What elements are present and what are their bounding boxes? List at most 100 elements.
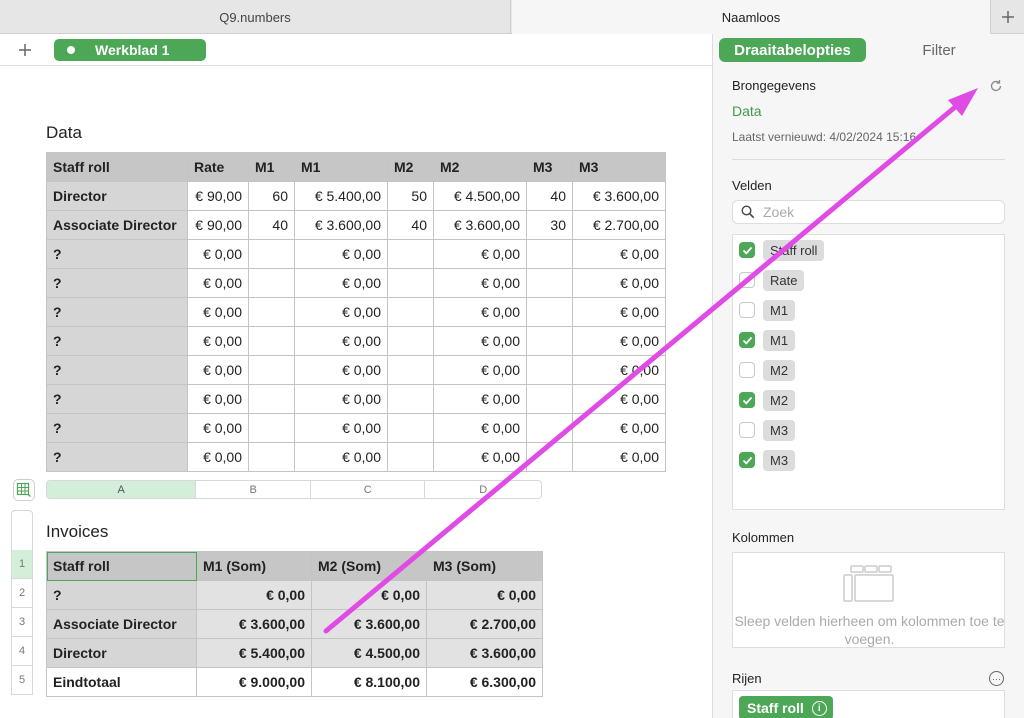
table-cell[interactable]: € 0,00 [572,413,666,443]
table-cell[interactable]: € 0,00 [187,326,249,356]
column-header-cell[interactable]: M2 [387,152,434,182]
field-chip[interactable]: M1 [763,299,796,321]
field-chip[interactable]: M2 [763,389,796,411]
table-cell[interactable] [248,326,295,356]
tab-filter[interactable]: Filter [866,38,1012,62]
pivot-column-header[interactable]: Staff roll [46,551,197,581]
pivot-row-label[interactable]: ? [46,580,197,610]
row-header-1[interactable]: 1 [11,550,33,579]
pivot-cell[interactable]: € 4.500,00 [311,638,427,668]
pivot-cell[interactable]: € 3.600,00 [311,609,427,639]
pivot-cell[interactable]: € 3.600,00 [196,609,312,639]
table-cell[interactable] [526,355,573,385]
table-cell[interactable] [387,239,434,269]
row-header-cell[interactable]: ? [46,268,188,298]
table-cell[interactable]: € 0,00 [572,239,666,269]
table-cell[interactable]: 40 [526,181,573,211]
table-cell[interactable]: € 2.700,00 [572,210,666,240]
table-cell[interactable]: 60 [248,181,295,211]
row-header-cell[interactable]: ? [46,239,188,269]
column-header-cell[interactable]: M3 [526,152,573,182]
table-cell[interactable]: € 0,00 [572,297,666,327]
table-cell[interactable]: € 0,00 [572,442,666,472]
table-cell[interactable] [248,355,295,385]
row-header-4[interactable]: 4 [11,637,33,666]
table-cell[interactable] [248,384,295,414]
field-chip[interactable]: Rate [763,269,805,291]
table-cell[interactable]: € 0,00 [433,268,527,298]
table-cell[interactable]: € 0,00 [187,442,249,472]
table-cell[interactable]: € 90,00 [187,210,249,240]
column-header-a[interactable]: A [47,481,197,498]
table-cell[interactable]: € 0,00 [433,239,527,269]
table-cell[interactable] [387,384,434,414]
table-cell[interactable]: € 0,00 [294,326,388,356]
field-chip[interactable]: M3 [763,419,796,441]
table-cell[interactable]: € 0,00 [294,268,388,298]
pivot-row-label[interactable]: Associate Director [46,609,197,639]
pivot-cell[interactable]: € 0,00 [311,580,427,610]
table-cell[interactable]: € 0,00 [187,239,249,269]
pivot-cell[interactable]: € 3.600,00 [426,638,543,668]
field-chip[interactable]: M1 [763,329,796,351]
field-checkbox[interactable] [739,422,755,438]
tab-naamloos[interactable]: Naamloos [512,0,990,34]
table-cell[interactable]: € 0,00 [572,384,666,414]
row-header-cell[interactable]: Associate Director [46,210,188,240]
field-chip[interactable]: Staff roll [763,239,825,261]
info-icon[interactable]: i [811,700,827,716]
table-cell[interactable] [387,413,434,443]
table-cell[interactable] [526,297,573,327]
source-data-link[interactable]: Data [732,103,762,119]
columns-drop-zone[interactable]: Sleep velden hierheen om kolommen toe te… [732,552,1005,648]
refresh-icon[interactable] [988,78,1004,94]
row-header-cell[interactable]: ? [46,326,188,356]
field-checkbox[interactable] [739,302,755,318]
pivot-cell[interactable]: € 0,00 [426,580,543,610]
rows-field-chip[interactable]: Staff roll i [739,696,833,718]
row-header-cell[interactable]: ? [46,442,188,472]
column-header-c[interactable]: C [311,481,426,498]
new-tab-button[interactable] [990,0,1024,34]
more-options-icon[interactable]: ··· [989,671,1004,686]
table-cell[interactable]: € 5.400,00 [294,181,388,211]
field-item[interactable]: M2 [739,389,796,411]
pivot-row-label[interactable]: Director [46,638,197,668]
column-header-b[interactable]: B [196,481,311,498]
field-item[interactable]: M3 [739,449,796,471]
table-cell[interactable] [248,297,295,327]
pivot-cell[interactable]: € 6.300,00 [426,667,543,697]
table-options-icon[interactable] [13,479,35,501]
table-cell[interactable] [526,268,573,298]
pivot-cell[interactable]: € 5.400,00 [196,638,312,668]
table-cell[interactable] [248,239,295,269]
field-checkbox[interactable] [739,362,755,378]
field-checkbox[interactable] [739,272,755,288]
column-header-cell[interactable]: M2 [433,152,527,182]
table-cell[interactable]: € 0,00 [572,268,666,298]
pivot-cell[interactable]: € 9.000,00 [196,667,312,697]
table-cell[interactable]: € 0,00 [294,297,388,327]
table-cell[interactable]: € 0,00 [572,326,666,356]
pivot-cell[interactable]: € 2.700,00 [426,609,543,639]
table-cell[interactable] [248,442,295,472]
row-header-3[interactable]: 3 [11,608,33,637]
table-cell[interactable] [248,413,295,443]
table-cell[interactable]: € 0,00 [294,355,388,385]
field-item[interactable]: Rate [739,269,805,291]
row-header-cell[interactable]: ? [46,413,188,443]
field-item[interactable]: M1 [739,299,796,321]
field-search-input[interactable]: Zoek [732,200,1005,224]
table-cell[interactable]: 40 [387,210,434,240]
table-cell[interactable] [387,355,434,385]
pivot-column-header[interactable]: M2 (Som) [311,551,427,581]
row-header-cell[interactable]: ? [46,355,188,385]
column-header-cell[interactable]: M3 [572,152,666,182]
pivot-cell[interactable]: € 0,00 [196,580,312,610]
table-cell[interactable]: € 3.600,00 [294,210,388,240]
table-cell[interactable] [387,442,434,472]
table-cell[interactable]: € 0,00 [433,413,527,443]
field-chip[interactable]: M2 [763,359,796,381]
table-cell[interactable]: € 0,00 [294,384,388,414]
table-cell[interactable] [526,384,573,414]
